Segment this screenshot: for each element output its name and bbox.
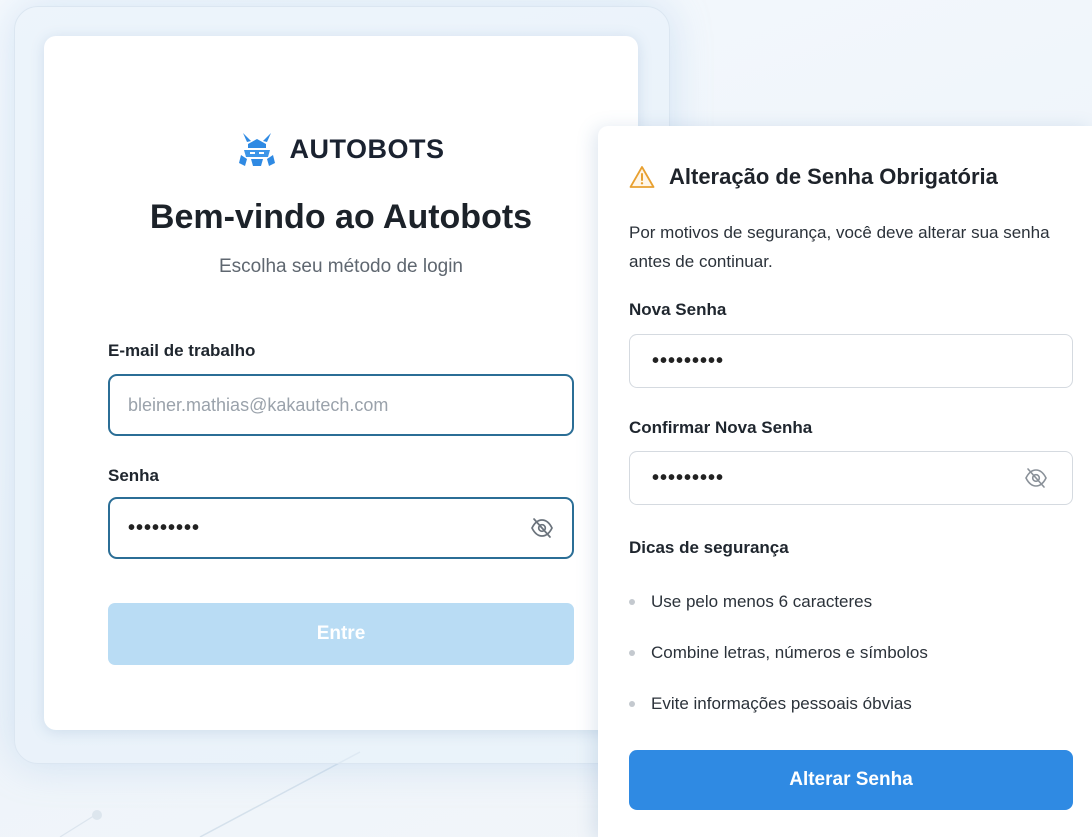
- tip-text: Evite informações pessoais óbvias: [651, 693, 912, 713]
- login-card: AUTOBOTS Bem-vindo ao Autobots Escolha s…: [44, 36, 638, 730]
- password-change-panel: Alteração de Senha Obrigatória Por motiv…: [598, 126, 1092, 837]
- brand-name: AUTOBOTS: [289, 133, 445, 164]
- panel-title: Alteração de Senha Obrigatória: [669, 164, 998, 189]
- autobots-logo-icon: [239, 133, 276, 166]
- panel-description: Por motivos de segurança, você deve alte…: [629, 223, 1050, 271]
- eye-off-icon[interactable]: [1024, 467, 1048, 489]
- new-password-value: •••••••••: [652, 349, 725, 372]
- email-field[interactable]: bleiner.mathias@kakautech.com: [108, 374, 574, 436]
- email-label: E-mail de trabalho: [108, 341, 256, 360]
- eye-off-icon[interactable]: [530, 517, 554, 539]
- list-item: Combine letras, números e símbolos: [629, 627, 928, 678]
- security-tips-list: Use pelo menos 6 caracteres Combine letr…: [629, 576, 928, 729]
- warning-triangle-icon: [629, 166, 655, 188]
- bullet-icon: [629, 649, 635, 656]
- list-item: Use pelo menos 6 caracteres: [629, 576, 928, 627]
- change-password-button[interactable]: Alterar Senha: [629, 750, 1073, 810]
- password-field[interactable]: •••••••••: [108, 497, 574, 559]
- email-placeholder: bleiner.mathias@kakautech.com: [128, 394, 389, 415]
- panel-header: Alteração de Senha Obrigatória: [629, 164, 998, 190]
- page-title: Bem-vindo ao Autobots: [149, 198, 533, 236]
- login-button[interactable]: Entre: [108, 603, 574, 665]
- password-label: Senha: [108, 466, 160, 485]
- tip-text: Use pelo menos 6 caracteres: [651, 591, 873, 611]
- confirm-password-label: Confirmar Nova Senha: [629, 418, 813, 437]
- brand: AUTOBOTS: [44, 130, 638, 168]
- bullet-icon: [629, 700, 635, 707]
- page-subtitle: Escolha seu método de login: [219, 256, 463, 277]
- tip-text: Combine letras, números e símbolos: [651, 642, 928, 662]
- list-item: Evite informações pessoais óbvias: [629, 678, 928, 729]
- confirm-password-field[interactable]: •••••••••: [629, 451, 1073, 505]
- new-password-label: Nova Senha: [629, 300, 727, 319]
- confirm-password-value: •••••••••: [652, 466, 725, 489]
- new-password-field[interactable]: •••••••••: [629, 334, 1073, 388]
- security-tips-title: Dicas de segurança: [629, 538, 789, 557]
- password-value: •••••••••: [128, 516, 201, 539]
- bullet-icon: [629, 598, 635, 605]
